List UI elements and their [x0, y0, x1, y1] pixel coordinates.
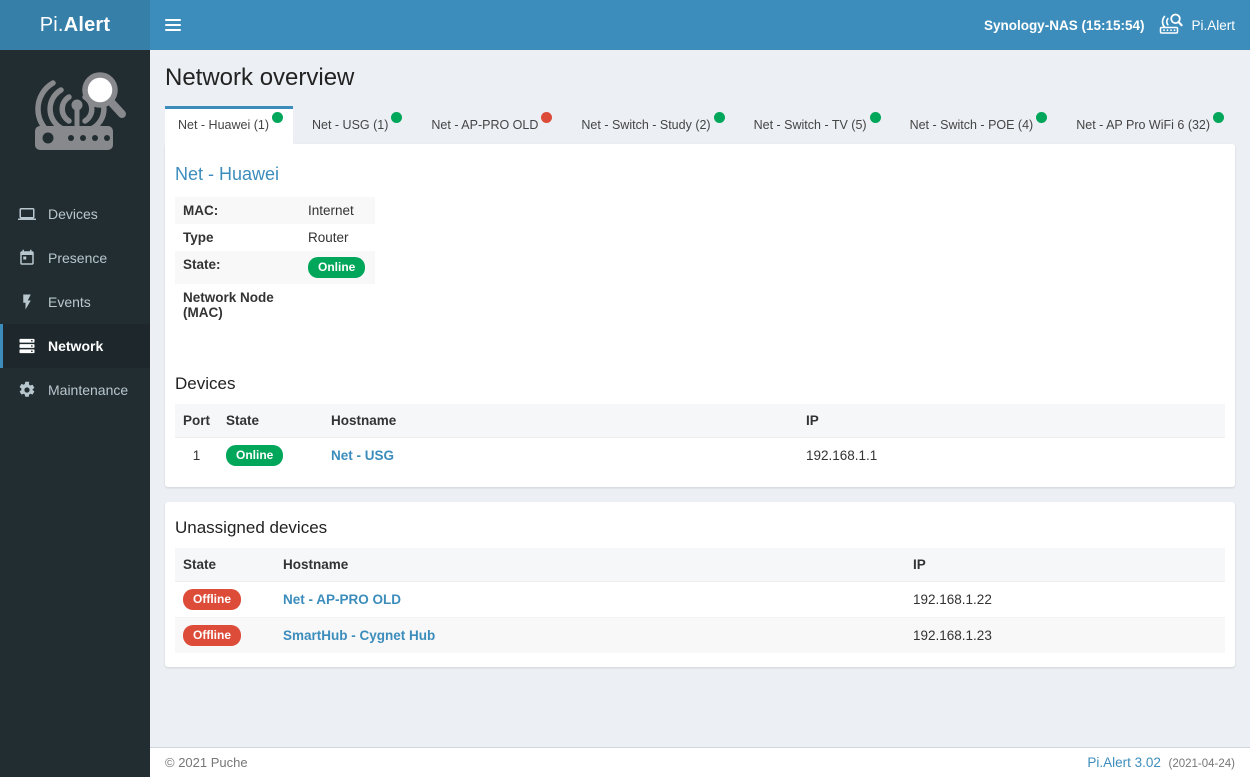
- unassigned-table-header: State Hostname IP: [175, 548, 1225, 582]
- tab-net-huawei[interactable]: Net - Huawei (1): [165, 106, 293, 144]
- devices-heading: Devices: [175, 374, 236, 393]
- unassigned-table: State Hostname IP Offline Net - AP-PRO O…: [175, 548, 1225, 653]
- status-dot-icon: [713, 112, 725, 123]
- unassigned-heading: Unassigned devices: [175, 518, 328, 537]
- table-row: 1 Online Net - USG 192.168.1.1: [175, 437, 1225, 473]
- sidebar-toggle-button[interactable]: [150, 0, 195, 50]
- hamburger-icon: [164, 19, 181, 21]
- detail-row-network-node: Network Node (MAC): [175, 284, 375, 326]
- node-detail-table: MAC: Internet Type Router State: Online: [175, 197, 375, 326]
- page-footer: © 2021 Puche Pi.Alert 3.02 (2021-04-24): [150, 747, 1250, 777]
- tab-net-switch-study[interactable]: Net - Switch - Study (2): [568, 106, 734, 144]
- devices-table-header: Port State Hostname IP: [175, 404, 1225, 438]
- gear-icon: [18, 381, 36, 399]
- status-badge: Offline: [183, 625, 241, 646]
- tab-net-switch-tv[interactable]: Net - Switch - TV (5): [741, 106, 891, 144]
- status-dot-icon: [272, 112, 283, 123]
- sidebar-item-presence[interactable]: Presence: [0, 236, 150, 280]
- hostname-link[interactable]: Net - USG: [331, 448, 394, 463]
- server-icon: [18, 337, 36, 355]
- unassigned-devices-box: Unassigned devices State Hostname IP Off…: [165, 502, 1235, 667]
- sidebar-item-label: Network: [48, 338, 104, 354]
- main-area: Network overview Net - Huawei (1) Net - …: [150, 50, 1250, 777]
- node-detail-box: Net - Huawei MAC: Internet Type Router S…: [165, 144, 1235, 487]
- status-dot-icon: [869, 112, 881, 123]
- mac-value: Internet: [308, 203, 354, 218]
- detail-row-mac: MAC: Internet: [175, 197, 375, 224]
- sidebar-item-label: Presence: [48, 250, 108, 266]
- status-dot-icon: [1036, 112, 1048, 123]
- navbar-right: Synology-NAS (15:15:54) Pi.Alert: [984, 13, 1250, 38]
- status-badge: Online: [308, 257, 366, 278]
- status-badge: Online: [226, 445, 284, 466]
- sidebar-item-network[interactable]: Network: [0, 324, 150, 368]
- tab-net-ap-pro-wifi6[interactable]: Net - AP Pro WiFi 6 (32): [1063, 106, 1234, 144]
- navbar-brand-label: Pi.Alert: [1191, 17, 1235, 33]
- sidebar-item-label: Maintenance: [48, 382, 129, 398]
- network-node-value: [300, 284, 375, 326]
- content: Network overview Net - Huawei (1) Net - …: [150, 50, 1250, 747]
- version-date: (2021-04-24): [1168, 758, 1235, 770]
- ip-cell: 192.168.1.23: [905, 617, 1225, 653]
- bolt-icon: [18, 293, 36, 311]
- ip-cell: 192.168.1.1: [798, 437, 1225, 473]
- sidebar-item-maintenance[interactable]: Maintenance: [0, 368, 150, 412]
- navbar: Synology-NAS (15:15:54) Pi.Alert: [150, 0, 1250, 50]
- network-tabs: Net - Huawei (1) Net - USG (1) Net - AP-…: [165, 106, 1235, 144]
- ip-cell: 192.168.1.22: [905, 581, 1225, 618]
- sidebar-item-label: Events: [48, 294, 91, 310]
- status-dot-icon: [1213, 112, 1225, 123]
- sidebar-item-devices[interactable]: Devices: [0, 192, 150, 236]
- tab-net-usg[interactable]: Net - USG (1): [299, 106, 412, 144]
- sidebar-item-label: Devices: [48, 206, 98, 222]
- version-text: Pi.Alert 3.02: [1087, 755, 1161, 770]
- tab-net-switch-poe[interactable]: Net - Switch - POE (4): [897, 106, 1058, 144]
- top-bar: Pi.Alert Synology-NAS (15:15:54) Pi.Aler…: [0, 0, 1250, 50]
- status-dot-icon: [541, 112, 553, 123]
- devices-table: Port State Hostname IP 1 Online Net - US…: [175, 404, 1225, 473]
- host-status-text: Synology-NAS (15:15:54): [983, 17, 1145, 33]
- version-info: Pi.Alert 3.02 (2021-04-24): [1087, 755, 1235, 770]
- hostname-link[interactable]: SmartHub - Cygnet Hub: [283, 628, 435, 643]
- sidebar-item-events[interactable]: Events: [0, 280, 150, 324]
- tab-net-ap-pro-old[interactable]: Net - AP-PRO OLD: [418, 106, 562, 144]
- node-title: Net - Huawei: [175, 164, 280, 184]
- type-value: Router: [308, 230, 349, 245]
- page-title: Network overview: [165, 64, 355, 91]
- calendar-icon: [18, 249, 36, 267]
- sidebar-menu: Devices Presence Events Network Maintena…: [0, 192, 150, 412]
- copyright-text: © 2021 Puche: [165, 755, 248, 770]
- status-dot-icon: [391, 112, 403, 123]
- status-badge: Offline: [183, 589, 241, 610]
- router-scan-icon: [1158, 13, 1184, 38]
- port-cell: 1: [175, 437, 218, 473]
- pialert-logo-image: [0, 50, 150, 174]
- app-logo-text: Pi.Alert: [39, 13, 111, 36]
- navbar-brand[interactable]: Pi.Alert: [1158, 13, 1235, 38]
- sidebar: Devices Presence Events Network Maintena…: [0, 50, 150, 777]
- laptop-icon: [18, 205, 36, 223]
- detail-row-type: Type Router: [175, 224, 375, 251]
- app-logo[interactable]: Pi.Alert: [0, 0, 150, 50]
- detail-row-state: State: Online: [175, 251, 375, 284]
- table-row: Offline SmartHub - Cygnet Hub 192.168.1.…: [175, 617, 1225, 653]
- hostname-link[interactable]: Net - AP-PRO OLD: [283, 592, 401, 607]
- table-row: Offline Net - AP-PRO OLD 192.168.1.22: [175, 581, 1225, 618]
